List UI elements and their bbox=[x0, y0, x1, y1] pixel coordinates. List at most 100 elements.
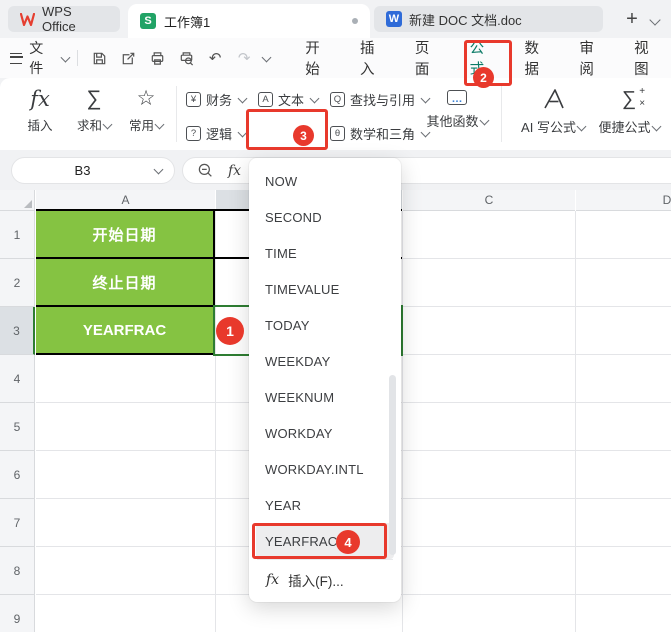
tab-list-chevron-icon[interactable] bbox=[649, 14, 661, 26]
fx-icon: fx bbox=[228, 162, 242, 179]
fx-icon: fx bbox=[30, 87, 50, 111]
sum-button[interactable]: ∑ 求和 bbox=[68, 83, 120, 134]
text-functions-button[interactable]: A 文本 bbox=[258, 87, 320, 111]
annotation-badge-4: 4 bbox=[336, 530, 360, 554]
sum-label: 求和 bbox=[76, 119, 102, 133]
row-header-6[interactable]: 6 bbox=[0, 451, 35, 499]
quick-formula-button[interactable]: ∑ + × 便捷公式 bbox=[590, 83, 668, 136]
wps-office-label: WPS Office bbox=[42, 4, 76, 34]
menu-item-insert-function[interactable]: fx 插入(F)... bbox=[249, 560, 401, 600]
theta-icon: θ bbox=[330, 125, 345, 141]
annotation-badge-2: 2 bbox=[473, 67, 494, 88]
row-header-3[interactable]: 3 bbox=[0, 307, 35, 355]
divider bbox=[501, 86, 502, 142]
common-functions-button[interactable]: ☆ 常用 bbox=[120, 83, 172, 134]
star-icon: ☆ bbox=[136, 87, 156, 110]
doc-tab-label: 新建 DOC 文档.doc bbox=[409, 12, 522, 28]
fx-icon: fx bbox=[266, 572, 280, 588]
menu-item-today[interactable]: TODAY bbox=[249, 307, 401, 343]
wps-office-home-tab[interactable]: WPS Office bbox=[8, 4, 120, 34]
word-doc-icon: W bbox=[386, 11, 402, 27]
chevron-down-icon bbox=[479, 115, 489, 126]
menu-item-time[interactable]: TIME bbox=[249, 235, 401, 271]
annotation-box-step4 bbox=[252, 523, 387, 559]
menu-item-now[interactable]: NOW bbox=[249, 163, 401, 199]
menu-item-weeknum[interactable]: WEEKNUM bbox=[249, 379, 401, 415]
finance-icon: ¥ bbox=[186, 91, 201, 107]
ai-formula-button[interactable]: AI 写公式 bbox=[512, 83, 594, 136]
row-header-7[interactable]: 7 bbox=[0, 499, 35, 547]
insert-function-label: 插入(F)... bbox=[288, 574, 344, 589]
gridline bbox=[402, 211, 403, 632]
menu-item-timevalue[interactable]: TIMEVALUE bbox=[249, 271, 401, 307]
menu-item-workday-intl[interactable]: WORKDAY.INTL bbox=[249, 451, 401, 487]
magnifier-icon: Q bbox=[330, 91, 345, 107]
print-preview-button[interactable] bbox=[174, 46, 198, 70]
chevron-down-icon bbox=[154, 119, 165, 130]
quick-access-toolbar: ↶ ↷ bbox=[87, 46, 272, 70]
cell-border bbox=[213, 209, 215, 307]
qat-chevron-icon[interactable] bbox=[261, 52, 272, 62]
annotation-badge-1: 1 bbox=[216, 317, 244, 345]
hamburger-menu-icon[interactable] bbox=[10, 52, 24, 64]
logic-functions-button[interactable]: ? 逻辑 bbox=[186, 121, 248, 145]
cell-a1[interactable]: 开始日期 bbox=[36, 211, 213, 257]
menu-item-weekday[interactable]: WEEKDAY bbox=[249, 343, 401, 379]
cell-a2[interactable]: 终止日期 bbox=[36, 259, 213, 305]
insert-function-button[interactable]: fx 插入 bbox=[14, 83, 66, 134]
menu-item-workday[interactable]: WORKDAY bbox=[249, 415, 401, 451]
row-header-2[interactable]: 2 bbox=[0, 259, 35, 307]
column-header-d[interactable]: D bbox=[576, 190, 671, 211]
gridline bbox=[575, 211, 576, 632]
divider bbox=[77, 50, 79, 66]
other-functions-button[interactable]: … 其他函数 bbox=[422, 83, 492, 130]
chevron-down-icon bbox=[309, 93, 320, 103]
row-header-1[interactable]: 1 bbox=[0, 211, 35, 259]
file-menu-chevron-icon[interactable] bbox=[60, 52, 70, 62]
finance-label: 财务 bbox=[206, 92, 233, 108]
text-icon: A bbox=[258, 91, 273, 107]
select-all-corner[interactable] bbox=[0, 190, 35, 211]
sigma-plus-icon: ∑ + × bbox=[621, 86, 646, 110]
annotation-badge-3: 3 bbox=[293, 125, 314, 146]
dropdown-scrollbar[interactable] bbox=[389, 375, 396, 555]
zoom-out-icon[interactable] bbox=[197, 162, 214, 179]
menu-item-second[interactable]: SECOND bbox=[249, 199, 401, 235]
row-header-8[interactable]: 8 bbox=[0, 547, 35, 595]
redo-button[interactable]: ↷ bbox=[232, 46, 256, 70]
insert-function-label: 插入 bbox=[27, 119, 53, 133]
finance-functions-button[interactable]: ¥ 财务 bbox=[186, 87, 248, 111]
spreadsheet-icon: S bbox=[140, 13, 156, 29]
unsaved-dot-icon bbox=[352, 18, 358, 24]
quick-formula-label: 便捷公式 bbox=[598, 120, 651, 135]
cell-a3[interactable]: YEARFRAC bbox=[36, 307, 213, 353]
name-box[interactable]: B3 bbox=[11, 157, 175, 184]
math-trig-functions-button[interactable]: θ 数学和三角 bbox=[330, 121, 431, 145]
ribbon: fx 插入 ∑ 求和 ☆ 常用 ¥ 财务 A 文本 Q 查找与引用 ? 逻辑 时… bbox=[0, 78, 671, 223]
export-button[interactable] bbox=[116, 46, 140, 70]
sigma-icon: ∑ bbox=[86, 87, 102, 110]
name-box-chevron-icon[interactable] bbox=[153, 164, 164, 175]
file-menu[interactable]: 文件 bbox=[29, 38, 55, 78]
undo-button[interactable]: ↶ bbox=[203, 46, 227, 70]
menu-item-year[interactable]: YEAR bbox=[249, 487, 401, 523]
annotation-box-step3 bbox=[246, 109, 328, 150]
save-button[interactable] bbox=[87, 46, 111, 70]
row-header-5[interactable]: 5 bbox=[0, 403, 35, 451]
row-header-4[interactable]: 4 bbox=[0, 355, 35, 403]
math-trig-label: 数学和三角 bbox=[350, 126, 416, 142]
cell-border bbox=[36, 353, 215, 355]
workbook-tab-label: 工作簿1 bbox=[164, 14, 211, 30]
wps-logo-icon bbox=[20, 12, 35, 26]
print-button[interactable] bbox=[145, 46, 169, 70]
column-header-a[interactable]: A bbox=[36, 190, 215, 211]
cell-reference: B3 bbox=[74, 163, 91, 178]
row-header-9[interactable]: 9 bbox=[0, 595, 35, 632]
common-label: 常用 bbox=[128, 119, 154, 133]
chevron-down-icon bbox=[651, 121, 661, 132]
ai-icon bbox=[540, 83, 566, 111]
column-header-c[interactable]: C bbox=[403, 190, 575, 211]
lookup-functions-button[interactable]: Q 查找与引用 bbox=[330, 87, 431, 111]
other-functions-label: 其他函数 bbox=[426, 114, 479, 129]
chevron-down-icon bbox=[576, 121, 587, 132]
